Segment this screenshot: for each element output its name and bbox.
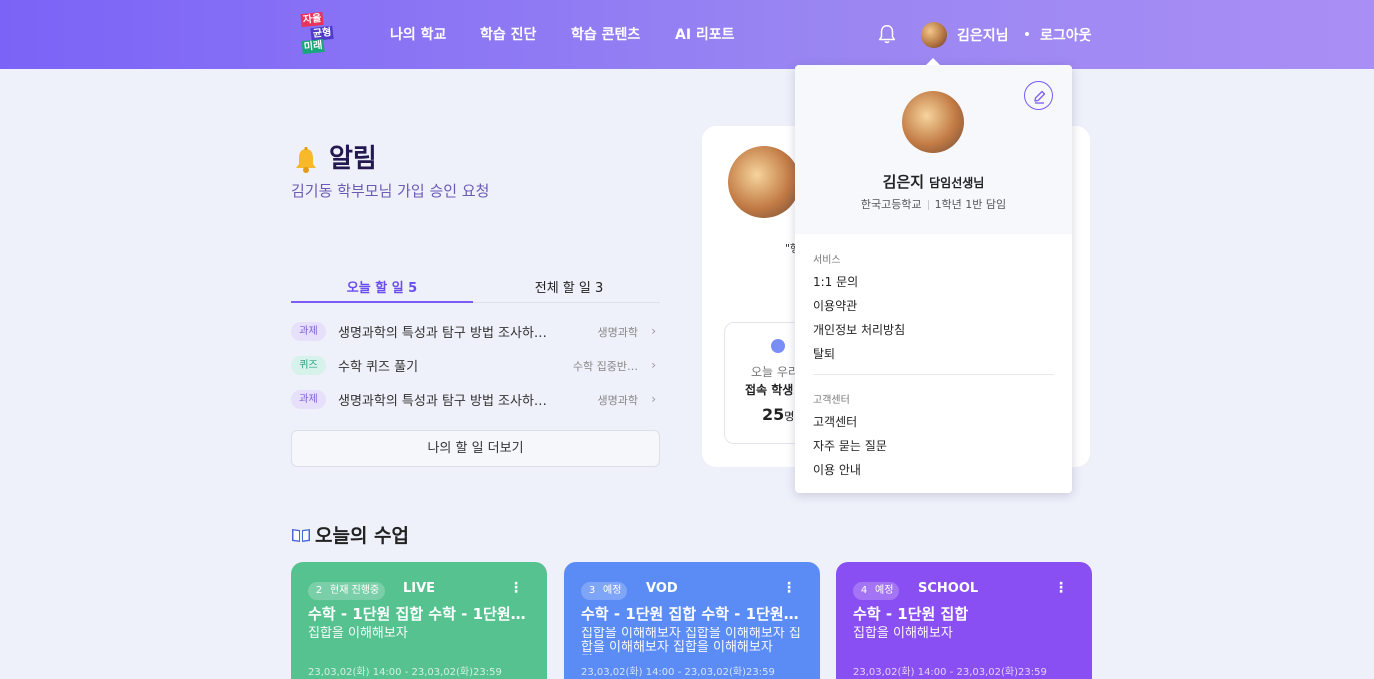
stat-label-2: 접속 학생 [745,383,794,397]
class-status: 예정 [603,585,622,596]
more-todo-button[interactable]: 나의 할 일 더보기 [291,430,660,467]
header-avatar[interactable] [921,22,947,48]
user-icon [771,339,785,353]
menu-usage-guide[interactable]: 이용 안내 [813,461,861,478]
class-status-pill: 4 예정 [853,582,900,600]
todo-item[interactable]: 과제 생명과학의 특성과 탐구 방법 조사하… 생명과학 › [291,320,660,344]
open-book-icon [292,529,310,542]
class-description: 집합을 이해해보자 [308,626,408,641]
logout-link[interactable]: 로그아웃 [1040,25,1092,45]
menu-terms[interactable]: 이용약관 [813,297,857,314]
todo-item[interactable]: 과제 생명과학의 특성과 탐구 방법 조사하… 생명과학 › [291,388,660,412]
notice-title-text: 알림 [329,144,377,174]
class-type: LIVE [403,581,436,596]
top-header: 자율 균형 미래 나의 학교 학습 진단 학습 콘텐츠 AI 리포트 김은지님 … [0,0,1374,69]
menu-withdraw[interactable]: 탈퇴 [813,345,835,362]
bell-icon[interactable] [876,23,898,45]
class-title: 수학 - 1단원 집합 수학 - 1단원 집… [308,605,528,623]
dropdown-divider [813,374,1054,375]
profile-dropdown: 김은지 담임선생님 한국고등학교 1학년 1반 담임 서비스 1:1 문의 이용약… [795,58,1072,493]
stat-value: 25명 [762,405,794,424]
profile-avatar [728,146,800,218]
brand-logo[interactable]: 자율 균형 미래 [299,11,339,57]
nav-ai-report[interactable]: AI 리포트 [675,24,735,44]
more-vertical-icon[interactable]: ⋮ [782,580,796,596]
classes-title-text: 오늘의 수업 [315,525,410,547]
class-status-pill: 3 예정 [581,582,628,600]
todo-tabs: 오늘 할 일 5 전체 할 일 3 [291,273,660,303]
task-title: 수학 퀴즈 풀기 [338,360,419,375]
nav-my-school[interactable]: 나의 학교 [390,24,446,44]
class-type: VOD [646,581,678,596]
class-number: 2 [315,585,323,596]
class-number: 4 [860,585,868,596]
pencil-icon [1034,90,1046,104]
task-subject: 생명과학 [597,394,638,407]
notice-message[interactable]: 김기동 학부모님 가입 승인 요청 [291,180,489,201]
task-subject: 수학 집중반… [572,360,638,373]
task-title: 생명과학의 특성과 탐구 방법 조사하… [338,326,547,341]
chevron-right-icon: › [651,392,656,406]
class-status: 예정 [875,585,894,596]
nav-learning-content[interactable]: 학습 콘텐츠 [571,24,640,44]
more-vertical-icon[interactable]: ⋮ [1054,580,1068,596]
stat-unit: 명 [784,410,795,423]
class-date: 23,03,02(화) 14:00 - 23,03,02(화)23:59 [853,667,1047,678]
nav-learning-diagnosis[interactable]: 학습 진단 [480,24,536,44]
task-subject: 생명과학 [597,326,638,339]
dropdown-school-info: 한국고등학교 1학년 1반 담임 [795,196,1072,212]
dropdown-avatar [902,91,964,153]
task-badge: 과제 [291,322,326,341]
class-date: 23,03,02(화) 14:00 - 23,03,02(화)23:59 [581,667,775,678]
more-vertical-icon[interactable]: ⋮ [509,580,523,596]
menu-privacy[interactable]: 개인정보 처리방침 [813,321,905,338]
class-card[interactable]: 2 현재 진행중 LIVE ⋮ 수학 - 1단원 집합 수학 - 1단원 집… 집… [291,562,547,679]
task-badge: 과제 [291,390,326,409]
active-tab-indicator [291,301,473,303]
class-info: 1학년 1반 담임 [934,198,1007,211]
edit-profile-button[interactable] [1024,81,1053,110]
class-status-pill: 2 현재 진행중 [308,582,386,600]
notice-heading: 알림 [291,138,377,175]
task-title: 생명과학의 특성과 탐구 방법 조사하… [338,394,547,409]
class-description: 집합을 이해해보자 집합을 이해해보자 집합을 이해해보자 집합을 이해해보자 … [581,627,801,655]
stat-label-1: 오늘 우리 [751,365,799,379]
class-status: 현재 진행중 [330,585,380,596]
bell-emoji-icon [296,146,316,173]
logo-word-3: 미래 [301,38,326,55]
class-title: 수학 - 1단원 집합 [853,605,969,623]
menu-support-center[interactable]: 고객센터 [813,413,857,430]
tab-all-todo[interactable]: 전체 할 일 3 [478,277,660,296]
section-label-support: 고객센터 [813,395,850,406]
dropdown-user: 김은지 담임선생님 [795,171,1072,192]
tab-today-todo[interactable]: 오늘 할 일 5 [291,277,473,296]
header-separator-dot [1025,32,1029,36]
school-name: 한국고등학교 [860,198,922,211]
class-description: 집합을 이해해보자 [853,626,953,641]
class-title: 수학 - 1단원 집합 수학 - 1단원 집… [581,605,801,623]
task-badge: 퀴즈 [291,356,326,375]
chevron-right-icon: › [651,358,656,372]
todo-item[interactable]: 퀴즈 수학 퀴즈 풀기 수학 집중반… › [291,354,660,378]
class-date: 23,03,02(화) 14:00 - 23,03,02(화)23:59 [308,667,502,678]
class-card[interactable]: 3 예정 VOD ⋮ 수학 - 1단원 집합 수학 - 1단원 집… 집합을 이해… [564,562,820,679]
section-label-service: 서비스 [813,255,841,266]
classes-heading: 오늘의 수업 [291,521,409,548]
dropdown-caret [926,58,940,65]
dropdown-profile-header: 김은지 담임선생님 한국고등학교 1학년 1반 담임 [795,65,1072,234]
class-type: SCHOOL [918,581,979,596]
class-card[interactable]: 4 예정 SCHOOL ⋮ 수학 - 1단원 집합 집합을 이해해보자 23,03… [836,562,1092,679]
menu-inquiry[interactable]: 1:1 문의 [813,273,858,290]
dropdown-user-name: 김은지 [882,173,925,191]
chevron-right-icon: › [651,324,656,338]
logo-word-1: 자율 [300,11,325,28]
menu-faq[interactable]: 자주 묻는 질문 [813,437,887,454]
divider [927,200,929,210]
header-user-name[interactable]: 김은지님 [957,25,1009,45]
class-number: 3 [588,585,596,596]
stat-number: 25 [762,405,785,424]
dropdown-user-role: 담임선생님 [929,176,985,190]
